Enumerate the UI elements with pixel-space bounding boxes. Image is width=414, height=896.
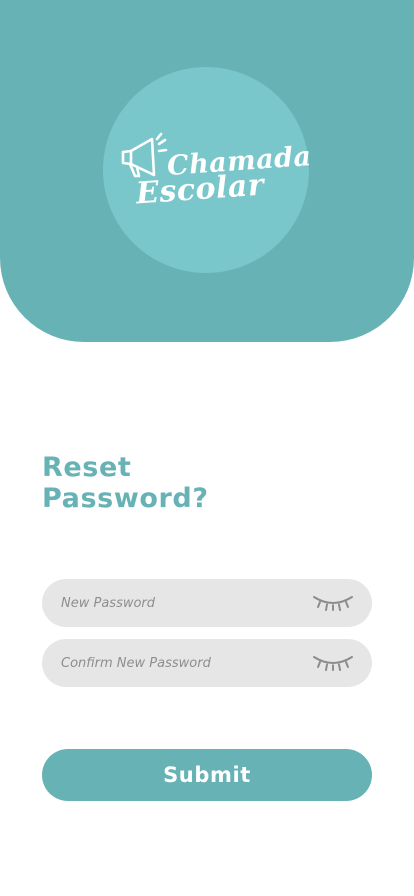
new-password-input[interactable] (42, 579, 302, 627)
title-line1: Reset (42, 452, 132, 483)
header-banner: Chamada Escolar (0, 0, 414, 342)
confirm-password-input[interactable] (42, 639, 302, 687)
eye-closed-icon[interactable] (312, 653, 354, 671)
title-line2: Password? (42, 483, 209, 514)
eye-closed-icon[interactable] (312, 593, 354, 611)
app-logo: Chamada Escolar (103, 67, 312, 273)
logo-text-line2: Escolar (134, 167, 266, 212)
confirm-password-field (42, 639, 372, 687)
page-title: Reset Password? (42, 452, 209, 514)
new-password-field (42, 579, 372, 627)
submit-button[interactable]: Submit (42, 749, 372, 801)
